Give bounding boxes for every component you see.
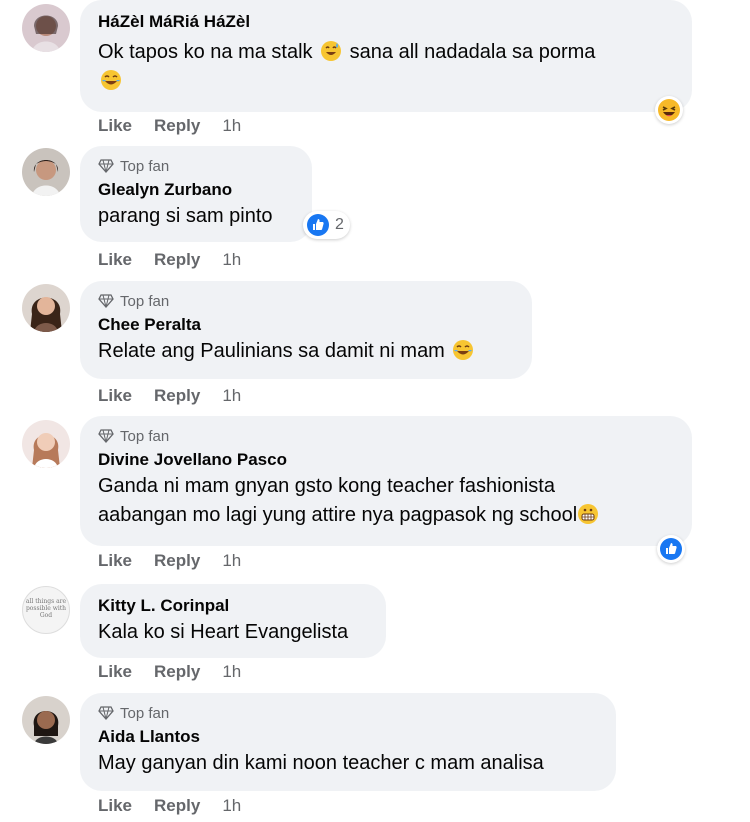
reply-button[interactable]: Reply: [154, 116, 200, 136]
top-fan-label: Top fan: [120, 292, 170, 310]
commenter-name[interactable]: Divine Jovellano Pasco: [98, 448, 674, 472]
comment-timestamp[interactable]: 1h: [222, 796, 241, 816]
top-fan-badge: Top fan: [98, 426, 674, 446]
commenter-name[interactable]: Kitty L. Corinpal: [98, 594, 368, 618]
comment-actions: Like Reply 1h: [98, 250, 241, 270]
comment-bubble: HáZèl MáRiá HáZèl Ok tapos ko na ma stal…: [80, 0, 692, 112]
comment-timestamp[interactable]: 1h: [222, 116, 241, 136]
commenter-name[interactable]: HáZèl MáRiá HáZèl: [98, 10, 674, 34]
avatar-caption: all things are possible with God: [23, 587, 69, 619]
tears-of-joy-emoji-icon: [100, 69, 122, 91]
top-fan-badge: Top fan: [98, 156, 294, 176]
avatar[interactable]: [22, 4, 70, 52]
comment-text: Ok tapos ko na ma stalk sana all nadadal…: [98, 38, 674, 67]
avatar[interactable]: [22, 420, 70, 468]
comment-text: Relate ang Paulinians sa damit ni mam: [98, 337, 514, 366]
diamond-icon: [98, 294, 114, 308]
commenter-name[interactable]: Aida Llantos: [98, 725, 598, 749]
haha-reaction-icon: [658, 99, 680, 121]
grimacing-emoji-icon: [577, 503, 599, 525]
top-fan-label: Top fan: [120, 704, 170, 722]
comment-actions: Like Reply 1h: [98, 796, 241, 816]
reply-button[interactable]: Reply: [154, 386, 200, 406]
avatar[interactable]: [22, 148, 70, 196]
comment-text: parang si sam pinto: [98, 205, 273, 227]
comment-text-line-1: Ok tapos ko na ma stalk: [98, 41, 313, 63]
like-reaction-icon: [307, 214, 329, 236]
comment-text: May ganyan din kami noon teacher c mam a…: [98, 752, 544, 774]
reply-button[interactable]: Reply: [154, 662, 200, 682]
haha-reaction-badge[interactable]: [655, 96, 683, 124]
like-reaction-badge[interactable]: [657, 535, 685, 563]
commenter-name[interactable]: Chee Peralta: [98, 313, 514, 337]
comment-bubble: Top fan Glealyn Zurbano parang si sam pi…: [80, 146, 312, 242]
diamond-icon: [98, 159, 114, 173]
comment-timestamp[interactable]: 1h: [222, 662, 241, 682]
like-reaction-icon: [660, 538, 682, 560]
comment-actions: Like Reply 1h: [98, 386, 241, 406]
reply-button[interactable]: Reply: [154, 551, 200, 571]
comment-text-line-2: aabangan mo lagi yung attire nya pagpaso…: [98, 501, 674, 530]
comment-text: Kala ko si Heart Evangelista: [98, 621, 349, 643]
comment-timestamp[interactable]: 1h: [222, 250, 241, 270]
comment-text-line-1: Ganda ni mam gnyan gsto kong teacher fas…: [98, 475, 555, 497]
like-button[interactable]: Like: [98, 796, 132, 816]
like-reaction-badge[interactable]: 2: [303, 211, 350, 239]
like-button[interactable]: Like: [98, 250, 132, 270]
avatar[interactable]: [22, 696, 70, 744]
like-button[interactable]: Like: [98, 662, 132, 682]
comment-actions: Like Reply 1h: [98, 662, 241, 682]
tears-of-joy-emoji-icon: [452, 339, 474, 361]
comment-bubble: Kitty L. Corinpal Kala ko si Heart Evang…: [80, 584, 386, 658]
reaction-count: 2: [335, 216, 344, 233]
grinning-sweat-emoji-icon: [320, 40, 342, 62]
comment-bubble: Top fan Chee Peralta Relate ang Paulinia…: [80, 281, 532, 379]
comment-text-line-1b: sana all nadadala sa porma: [349, 41, 596, 63]
avatar[interactable]: all things are possible with God: [22, 586, 70, 634]
commenter-name[interactable]: Glealyn Zurbano: [98, 178, 294, 202]
top-fan-label: Top fan: [120, 157, 170, 175]
top-fan-label: Top fan: [120, 427, 170, 445]
top-fan-badge: Top fan: [98, 703, 598, 723]
avatar-caption-text: all things are possible with God: [25, 598, 67, 619]
comment-timestamp[interactable]: 1h: [222, 386, 241, 406]
comment-text-line-1: Relate ang Paulinians sa damit ni mam: [98, 340, 445, 362]
comment-actions: Like Reply 1h: [98, 551, 241, 571]
reply-button[interactable]: Reply: [154, 796, 200, 816]
avatar[interactable]: [22, 284, 70, 332]
comment-actions: Like Reply 1h: [98, 116, 241, 136]
like-button[interactable]: Like: [98, 551, 132, 571]
top-fan-badge: Top fan: [98, 291, 514, 311]
comment-bubble: Top fan Aida Llantos May ganyan din kami…: [80, 693, 616, 791]
comment-bubble: Top fan Divine Jovellano Pasco Ganda ni …: [80, 416, 692, 546]
diamond-icon: [98, 706, 114, 720]
reply-button[interactable]: Reply: [154, 250, 200, 270]
diamond-icon: [98, 429, 114, 443]
comment-timestamp[interactable]: 1h: [222, 551, 241, 571]
like-button[interactable]: Like: [98, 116, 132, 136]
like-button[interactable]: Like: [98, 386, 132, 406]
comment-text-line-2-text: aabangan mo lagi yung attire nya pagpaso…: [98, 504, 578, 526]
